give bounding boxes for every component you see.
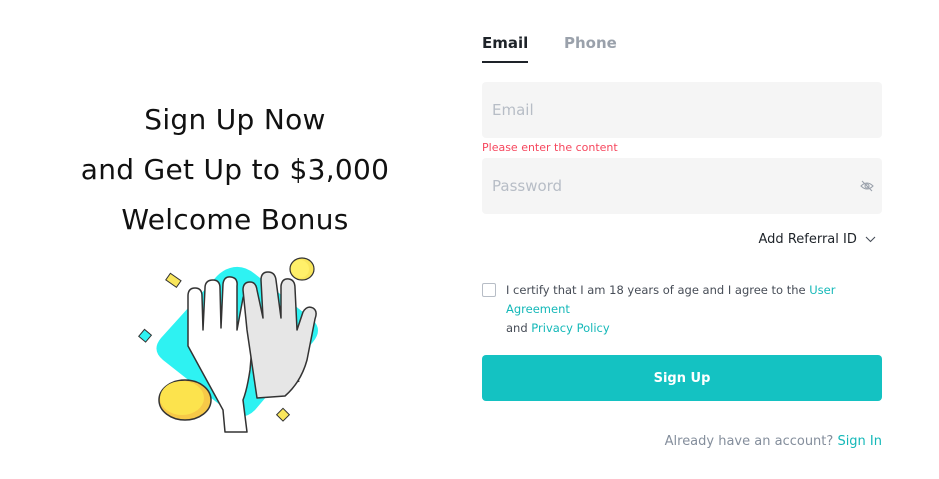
sign-up-button[interactable]: Sign Up [482,355,882,401]
promo-line-3: Welcome Bonus [121,203,349,236]
tab-email[interactable]: Email [482,34,529,63]
referral-label: Add Referral ID [758,232,857,247]
signin-question: Already have an account? [664,434,834,449]
chevron-down-icon [865,236,876,243]
signup-form-panel: Email Phone Please enter the content Add… [482,0,882,479]
agreement-checkbox[interactable] [482,283,496,297]
tab-phone[interactable]: Phone [564,34,617,52]
promo-line-2: and Get Up to $3,000 [80,153,390,186]
agreement-and: and [506,321,528,335]
email-input[interactable] [492,82,872,138]
promo-line-1: Sign Up Now [144,103,326,136]
privacy-policy-link[interactable]: Privacy Policy [531,321,609,335]
sign-in-link[interactable]: Sign In [837,434,882,449]
password-field-container [482,158,882,214]
eye-off-icon[interactable] [860,179,874,193]
password-input[interactable] [492,158,852,214]
high-five-illustration [138,257,318,433]
email-field-container [482,82,882,138]
promo-panel: Sign Up Now and Get Up to $3,000 Welcome… [40,95,430,245]
add-referral-id-toggle[interactable]: Add Referral ID [759,232,876,247]
signin-prompt: Already have an account? Sign In [665,434,882,449]
agreement-text: I certify that I am 18 years of age and … [506,281,882,338]
agreement-prefix: I certify that I am 18 years of age and … [506,283,806,297]
email-error-message: Please enter the content [482,141,618,154]
